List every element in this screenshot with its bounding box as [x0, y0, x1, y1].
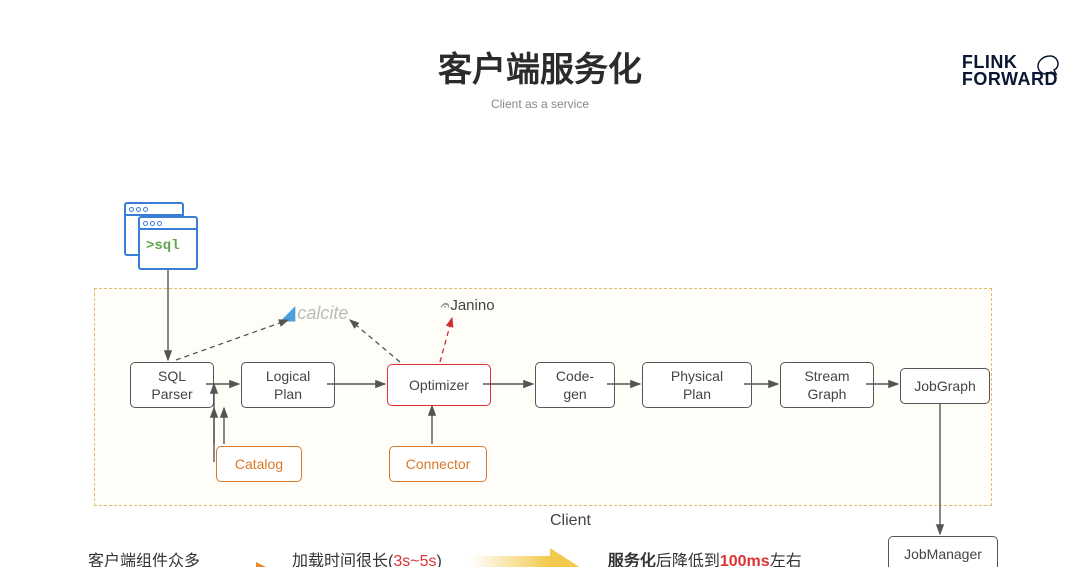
node-code-gen: Code-gen: [535, 362, 615, 408]
janino-label: 𝄐Janino: [440, 297, 495, 314]
squirrel-icon: [1036, 52, 1064, 80]
client-label: Client: [550, 512, 591, 530]
calcite-drop-icon: ◢: [280, 302, 295, 324]
janino-icon: 𝄐: [440, 297, 448, 314]
page-title: 客户端服务化: [0, 42, 1080, 91]
node-optimizer: Optimizer: [387, 364, 491, 406]
flink-forward-logo: FLINK FORWARD: [962, 54, 1058, 88]
node-catalog: Catalog: [216, 446, 302, 482]
note-servitization: 服务化后降低到100ms左右 Reduces to about 100ms af…: [608, 552, 817, 567]
node-logical-plan: LogicalPlan: [241, 362, 335, 408]
node-job-manager: JobManager: [888, 536, 998, 567]
node-physical-plan: PhysicalPlan: [642, 362, 752, 408]
note-long-loading: 加载时间很长(3s~5s) Long loading time: [292, 552, 442, 567]
node-job-graph: JobGraph: [900, 368, 990, 404]
note-many-components: 客户端组件众多 Too many components: [88, 552, 200, 567]
sql-prompt: >sql: [140, 230, 196, 262]
node-connector: Connector: [389, 446, 487, 482]
page-subtitle: Client as a service: [0, 97, 1080, 111]
node-sql-parser: SQLParser: [130, 362, 214, 408]
footer-notes: 客户端组件众多 Too many components 加载时间很长(3s~5s…: [88, 548, 816, 567]
big-arrow-icon: [470, 548, 590, 567]
calcite-label: ◢calcite: [280, 300, 348, 325]
small-arrow-icon: [218, 560, 274, 567]
node-stream-graph: StreamGraph: [780, 362, 874, 408]
